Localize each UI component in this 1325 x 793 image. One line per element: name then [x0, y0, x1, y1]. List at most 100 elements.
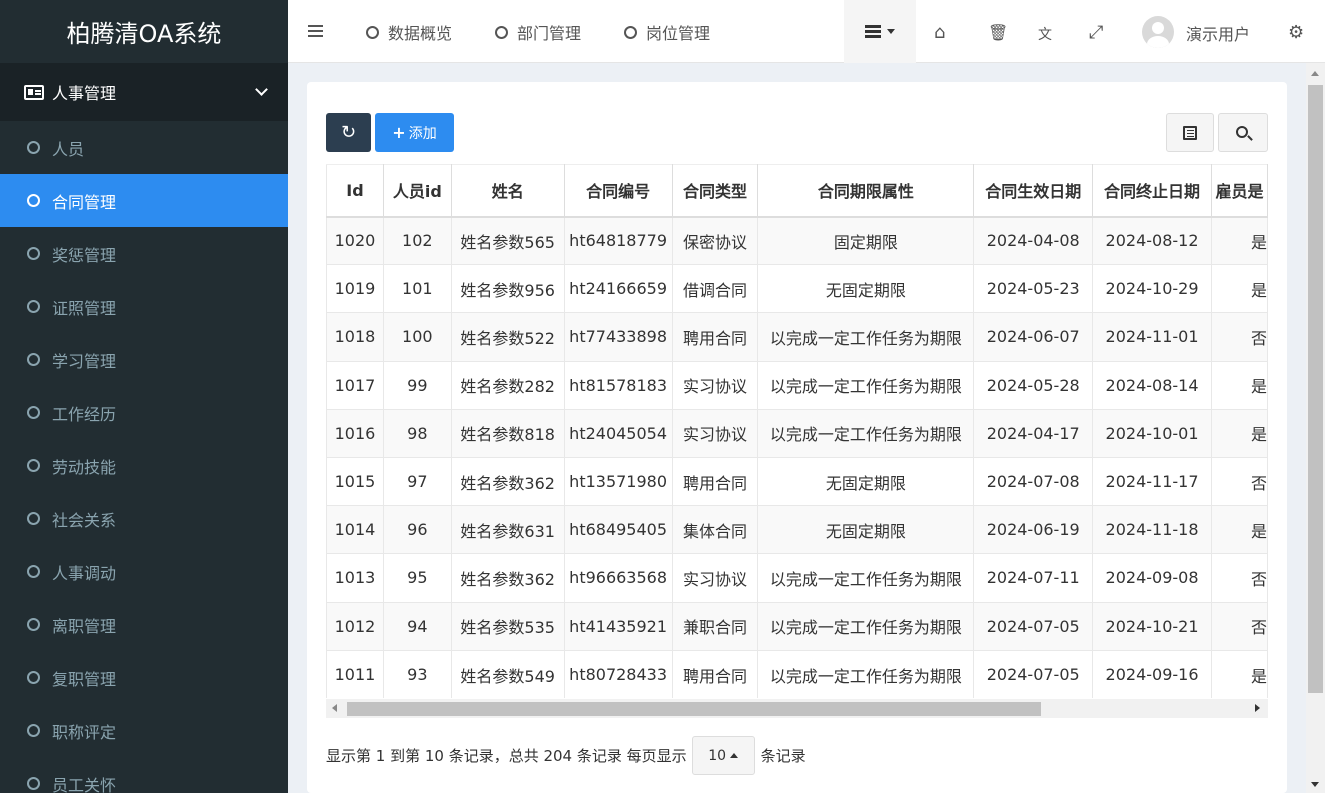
table-cell: 2024-07-11 — [973, 553, 1094, 602]
table-row[interactable]: 1018 100 姓名参数522 ht77433898 聘用合同 以完成一定工作任务为期限… — [326, 312, 1268, 362]
refresh-button[interactable]: ↻ — [326, 113, 371, 152]
table-row[interactable]: 1019 101 姓名参数956 ht24166659 借调合同 无固定期限 2024-05… — [326, 264, 1268, 313]
sidebar-item[interactable]: 社会关系 — [0, 492, 288, 545]
table-cell: 2024-07-08 — [973, 456, 1094, 506]
column-header[interactable]: 合同类型 — [672, 164, 759, 218]
table-cell: 兼职合同 — [672, 601, 759, 651]
settings-icon[interactable]: ⚙ — [1288, 22, 1304, 43]
tab-department[interactable]: 部门管理 — [495, 20, 581, 44]
table-cell: 2024-07-05 — [973, 649, 1094, 699]
table-cell: 2024-11-18 — [1092, 505, 1212, 554]
scroll-down-icon[interactable] — [1311, 782, 1319, 787]
table-cell: 无固定期限 — [757, 456, 975, 506]
page-size-select[interactable]: 10 — [691, 736, 755, 775]
table-cell: 保密协议 — [672, 215, 759, 265]
circle-icon — [27, 353, 40, 366]
columns-button[interactable] — [1166, 113, 1214, 152]
sidebar-item-label: 工作经历 — [52, 404, 117, 424]
sidebar-item[interactable]: 合同管理 — [0, 174, 288, 227]
table-row[interactable]: 1015 97 姓名参数362 ht13571980 聘用合同 无固定期限 2024-07-… — [326, 456, 1268, 506]
pagination: 显示第 1 到第 10 条记录，总共 204 条记录 每页显示 10 条记录 — [326, 736, 806, 775]
table-cell: 2024-11-01 — [1092, 312, 1212, 362]
sidebar-item-label: 合同管理 — [52, 192, 117, 212]
trash-icon[interactable]: 🗑 — [988, 23, 1008, 42]
table-cell: 97 — [383, 456, 452, 506]
sidebar-item[interactable]: 劳动技能 — [0, 439, 288, 492]
sidebar-item[interactable]: 复职管理 — [0, 651, 288, 704]
tab-label: 岗位管理 — [646, 24, 711, 43]
table-row[interactable]: 1014 96 姓名参数631 ht68495405 集体合同 无固定期限 2024-06-… — [326, 505, 1268, 554]
search-button[interactable] — [1218, 113, 1268, 152]
circle-icon — [27, 618, 40, 631]
sidebar-item-label: 复职管理 — [52, 669, 117, 689]
sidebar-item[interactable]: 学习管理 — [0, 333, 288, 386]
top-header: 数据概览 部门管理 岗位管理 ⌂ 🗑 文 ⤢ 演示用户 ⚙ — [288, 0, 1325, 63]
sidebar-item[interactable]: 人事调动 — [0, 545, 288, 598]
sidebar-item[interactable]: 证照管理 — [0, 280, 288, 333]
table-cell: 101 — [383, 264, 452, 313]
tab-position[interactable]: 岗位管理 — [624, 20, 710, 44]
tab-label: 数据概览 — [388, 24, 453, 43]
column-header[interactable]: 人员id — [383, 164, 452, 218]
menu-toggle-icon[interactable] — [308, 25, 323, 27]
sidebar-item[interactable]: 奖惩管理 — [0, 227, 288, 280]
home-icon[interactable]: ⌂ — [934, 22, 945, 43]
table-row[interactable]: 1012 94 姓名参数535 ht41435921 兼职合同 以完成一定工作任务为期限 2… — [326, 601, 1268, 651]
table-cell: 是 — [1211, 215, 1268, 265]
tab-list-dropdown[interactable] — [844, 0, 916, 63]
scrollbar-thumb[interactable] — [1308, 85, 1323, 693]
sidebar-item[interactable]: 人员 — [0, 121, 288, 174]
column-header[interactable]: 合同生效日期 — [973, 164, 1094, 218]
sidebar-item[interactable]: 离职管理 — [0, 598, 288, 651]
sidebar-group-hr[interactable]: 人事管理 — [0, 63, 288, 121]
circle-icon — [27, 247, 40, 260]
column-header[interactable]: Id — [326, 164, 384, 218]
table-cell: 姓名参数818 — [451, 408, 565, 458]
table-row[interactable]: 1013 95 姓名参数362 ht96663568 实习协议 以完成一定工作任务为期限 2… — [326, 553, 1268, 602]
circle-icon — [27, 724, 40, 737]
circle-icon — [27, 459, 40, 472]
table-cell: 1014 — [326, 505, 384, 554]
table-row[interactable]: 1020 102 姓名参数565 ht64818779 保密协议 固定期限 2024-04-… — [326, 215, 1268, 265]
table-cell: 2024-10-21 — [1092, 601, 1212, 651]
table-cell: 2024-08-12 — [1092, 215, 1212, 265]
fullscreen-icon[interactable]: ⤢ — [1089, 22, 1103, 43]
horizontal-scrollbar[interactable] — [326, 699, 1268, 718]
table-cell: 96 — [383, 505, 452, 554]
table-cell: 以完成一定工作任务为期限 — [757, 312, 975, 362]
sidebar-item[interactable]: 职称评定 — [0, 704, 288, 757]
table-body: 1020 102 姓名参数565 ht64818779 保密协议 固定期限 2024-04-… — [326, 215, 1268, 699]
scroll-up-icon[interactable] — [1311, 71, 1319, 76]
translate-icon[interactable]: 文 — [1038, 24, 1052, 44]
table-cell: 2024-04-08 — [973, 215, 1094, 265]
table-row[interactable]: 1011 93 姓名参数549 ht80728433 聘用合同 以完成一定工作任务为期限 2… — [326, 649, 1268, 699]
sidebar-item[interactable]: 工作经历 — [0, 386, 288, 439]
add-button[interactable]: + 添加 — [375, 113, 454, 152]
tab-overview[interactable]: 数据概览 — [366, 20, 452, 44]
table-row[interactable]: 1016 98 姓名参数818 ht24045054 实习协议 以完成一定工作任务为期限 2… — [326, 408, 1268, 458]
column-header[interactable]: 合同期限属性 — [757, 164, 975, 218]
table-cell: 2024-04-17 — [973, 408, 1094, 458]
scrollbar-thumb[interactable] — [347, 702, 1041, 716]
circle-icon — [27, 194, 40, 207]
circle-icon — [27, 512, 40, 525]
pagination-suffix: 条记录 — [760, 747, 806, 765]
column-header[interactable]: 姓名 — [451, 164, 565, 218]
user-name[interactable]: 演示用户 — [1186, 21, 1250, 45]
avatar[interactable] — [1142, 16, 1174, 48]
sidebar-item[interactable]: 员工关怀 — [0, 757, 288, 793]
column-header[interactable]: 雇员是 — [1211, 164, 1268, 218]
column-header[interactable]: 合同终止日期 — [1092, 164, 1212, 218]
table-cell: 姓名参数522 — [451, 312, 565, 362]
vertical-scrollbar[interactable] — [1306, 63, 1325, 793]
table-row[interactable]: 1017 99 姓名参数282 ht81578183 实习协议 以完成一定工作任务为期限 2… — [326, 360, 1268, 410]
sidebar: 柏腾清OA系统 人事管理 人员 合同管理 奖惩管理 证照管理 学习管理 工作经历 劳动技能社… — [0, 0, 288, 793]
pagination-summary: 显示第 1 到第 10 条记录，总共 204 条记录 每页显示 — [326, 747, 687, 765]
table-cell: 姓名参数631 — [451, 505, 565, 554]
table-cell: 以完成一定工作任务为期限 — [757, 649, 975, 699]
scroll-left-icon[interactable] — [332, 704, 337, 712]
column-header[interactable]: 合同编号 — [564, 164, 673, 218]
table-cell: 实习协议 — [672, 553, 759, 602]
scroll-right-icon[interactable] — [1255, 704, 1260, 712]
tab-label: 部门管理 — [517, 24, 582, 43]
